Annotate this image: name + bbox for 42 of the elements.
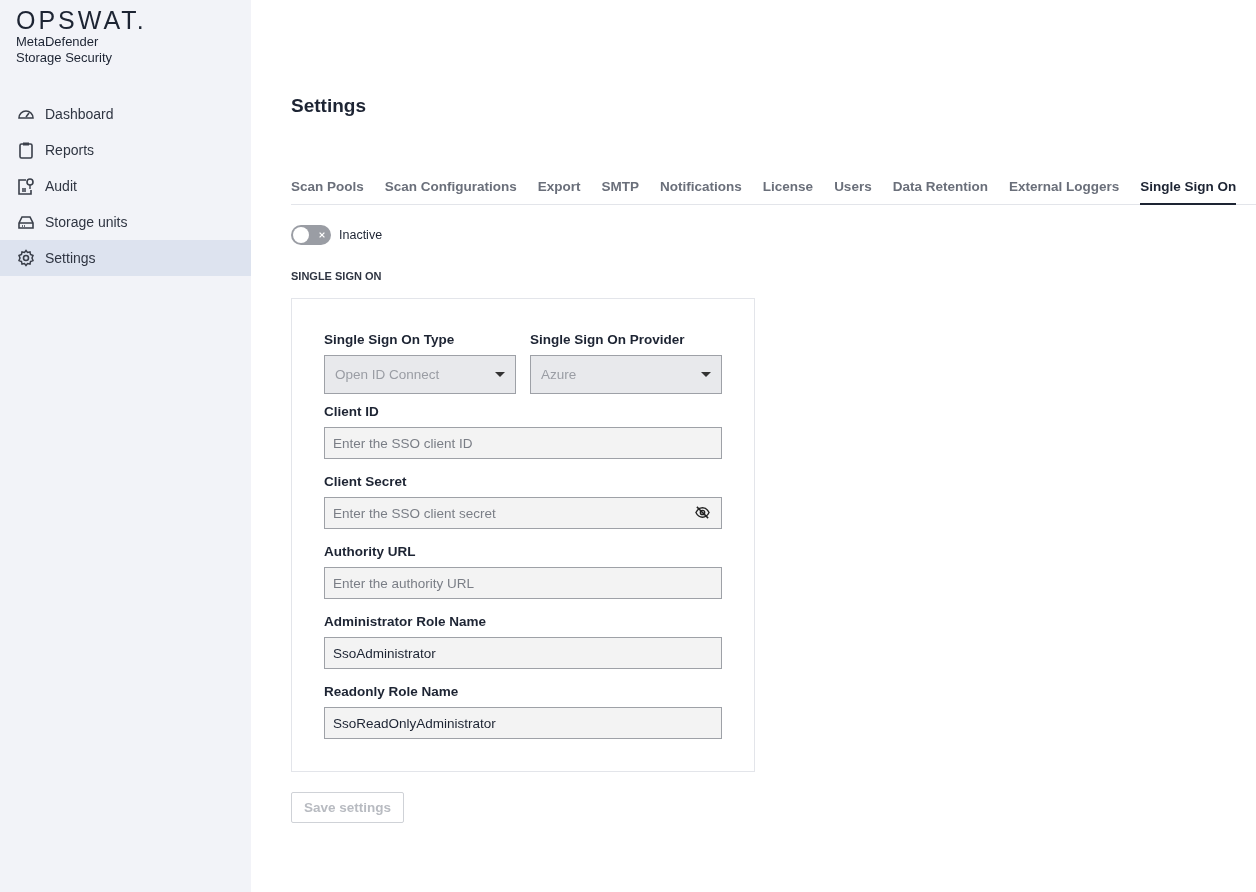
- brand-logo: OPSWAT.: [16, 6, 148, 34]
- tab[interactable]: Export: [537, 176, 581, 205]
- field-label: Authority URL: [324, 544, 417, 560]
- field-label: Client ID: [324, 404, 380, 420]
- product-line: Storage Security: [16, 50, 114, 66]
- tab[interactable]: Notifications: [660, 176, 742, 205]
- input-field[interactable]: SsoAdministrator: [324, 637, 722, 669]
- toggle-switch[interactable]: [291, 225, 331, 245]
- nav-item[interactable]: Dashboard: [0, 96, 251, 132]
- tab[interactable]: External Loggers: [1008, 176, 1120, 205]
- field-label: Single Sign On Provider: [530, 332, 686, 348]
- input-field[interactable]: Enter the SSO client secret: [324, 497, 722, 529]
- product-name: MetaDefender: [16, 34, 100, 50]
- nav-item[interactable]: Settings: [0, 240, 251, 276]
- field-label: Administrator Role Name: [324, 614, 488, 630]
- tab[interactable]: Users: [834, 176, 872, 205]
- input-field[interactable]: SsoReadOnlyAdministrator: [324, 707, 722, 739]
- input-field[interactable]: Enter the SSO client ID: [324, 427, 722, 459]
- settings-icon: [17, 249, 35, 267]
- nav-item[interactable]: Reports: [0, 132, 251, 168]
- field-label: Single Sign On Type: [324, 332, 456, 348]
- tab[interactable]: SMTP: [601, 176, 640, 205]
- tab[interactable]: License: [762, 176, 814, 205]
- caret-icon: [495, 372, 505, 377]
- toggle-label: Inactive: [339, 228, 383, 242]
- caret-icon: [701, 372, 711, 377]
- tab[interactable]: Data Retention: [892, 176, 988, 205]
- nav-item[interactable]: Audit: [0, 168, 251, 204]
- section-heading: SINGLE SIGN ON: [291, 270, 383, 282]
- clipboard-icon: [17, 141, 35, 159]
- tab[interactable]: Scan Pools: [291, 176, 364, 205]
- drive-icon: [17, 213, 35, 231]
- field-label: Readonly Role Name: [324, 684, 460, 700]
- page-title: Settings: [291, 95, 367, 117]
- input-field[interactable]: Enter the authority URL: [324, 567, 722, 599]
- tab[interactable]: Scan Configurations: [384, 176, 517, 205]
- tab[interactable]: Single Sign On: [1140, 176, 1237, 205]
- eye-off-icon[interactable]: [695, 505, 710, 520]
- nav-item[interactable]: Storage units: [0, 204, 251, 240]
- document-icon: [17, 177, 35, 195]
- field-label: Client Secret: [324, 474, 408, 490]
- x-icon: [318, 231, 326, 239]
